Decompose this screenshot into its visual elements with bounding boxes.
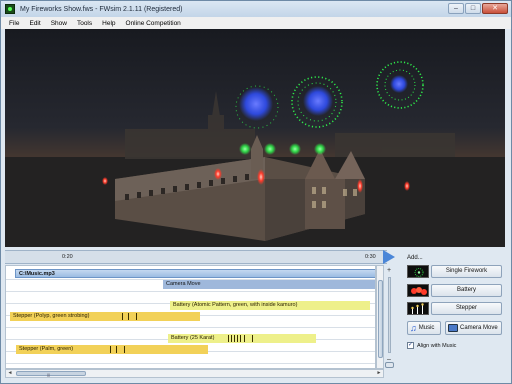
music-button[interactable]: ♫ Music	[407, 321, 441, 335]
battery-block-2-label: Battery (25 Karat)	[171, 335, 215, 341]
blue-firework-1	[239, 87, 273, 121]
menu-online-competition[interactable]: Online Competition	[126, 20, 181, 27]
align-with-music-row: ✓ Align with Music	[407, 342, 456, 349]
red-star-5	[102, 177, 108, 185]
close-button[interactable]: ✕	[482, 3, 508, 14]
add-label: Add...	[407, 255, 423, 261]
single-firework-row: Single Firework	[407, 265, 502, 278]
horizontal-scroll-thumb[interactable]: |||	[16, 371, 86, 377]
blue-firework-3	[390, 75, 408, 93]
tick-label-0-30: 0:30	[365, 254, 376, 260]
menu-edit[interactable]: Edit	[29, 20, 40, 27]
battery-row: Battery	[407, 284, 502, 297]
camera-move-block[interactable]: Camera Move	[163, 280, 375, 289]
vertical-scroll-thumb[interactable]	[378, 280, 383, 358]
camera-move-button[interactable]: Camera Move	[445, 321, 502, 335]
single-firework-icon	[407, 265, 429, 278]
green-star-4	[314, 143, 326, 155]
stepper-block-2[interactable]: Stepper (Palm, green)	[16, 345, 208, 354]
single-firework-button[interactable]: Single Firework	[431, 265, 502, 278]
music-note-icon: ♫	[410, 322, 417, 333]
stepper-block-1-label: Stepper (Polyp, green strobing)	[13, 313, 90, 319]
zoom-slider-track[interactable]	[388, 277, 391, 353]
red-star-2	[257, 169, 265, 185]
menu-file[interactable]: File	[9, 20, 19, 27]
title-bar: My Fireworks Show.fws - FWsim 2.1.11 (Re…	[1, 1, 511, 17]
maximize-button[interactable]: □	[465, 3, 481, 14]
tracks-horizontal-scrollbar[interactable]: ◄ ||| ►	[5, 369, 384, 378]
music-track-block[interactable]: C:\Music.mp3	[15, 269, 375, 278]
menu-help[interactable]: Help	[102, 20, 115, 27]
timeline-ruler[interactable]: 0:20 0:30	[5, 250, 387, 264]
stepper-icon	[407, 302, 429, 315]
fireworks-viewport[interactable]	[5, 29, 505, 247]
red-star-1	[214, 168, 222, 180]
scroll-right-button[interactable]: ►	[375, 370, 383, 377]
stepper-block-2-label: Stepper (Palm, green)	[19, 346, 74, 352]
music-camera-row: ♫ Music Camera Move	[407, 321, 502, 335]
green-star-3	[289, 143, 301, 155]
tick-label-0-20: 0:20	[62, 254, 73, 260]
camera-icon	[448, 324, 458, 332]
window-controls: – □ ✕	[448, 3, 508, 14]
music-button-label: Music	[418, 325, 435, 331]
red-star-3	[357, 179, 363, 193]
zoom-slider-thumb[interactable]	[385, 362, 394, 368]
app-icon	[5, 4, 15, 14]
window-title: My Fireworks Show.fws - FWsim 2.1.11 (Re…	[20, 5, 183, 13]
playhead-marker[interactable]	[383, 250, 395, 264]
minimize-button[interactable]: –	[448, 3, 464, 14]
battery-block-2[interactable]: Battery (25 Karat)	[168, 334, 316, 343]
stepper-row: Stepper	[407, 302, 502, 315]
app-window: My Fireworks Show.fws - FWsim 2.1.11 (Re…	[0, 0, 512, 384]
red-star-4	[404, 181, 410, 191]
zoom-in-label[interactable]: +	[387, 267, 391, 274]
battery-icon	[407, 284, 429, 297]
battery-button[interactable]: Battery	[431, 284, 502, 297]
green-star-1	[239, 143, 251, 155]
timeline-tracks[interactable]: C:\Music.mp3 Camera Move Battery (Atomic…	[5, 265, 376, 369]
green-star-2	[264, 143, 276, 155]
scroll-left-button[interactable]: ◄	[6, 370, 14, 377]
fireworks-scene	[5, 29, 505, 247]
blue-firework-2	[303, 86, 333, 116]
align-with-music-checkbox[interactable]: ✓	[407, 342, 414, 349]
menu-show[interactable]: Show	[51, 20, 67, 27]
stepper-block-1[interactable]: Stepper (Polyp, green strobing)	[10, 312, 200, 321]
tracks-vertical-scrollbar[interactable]	[376, 265, 384, 369]
battery-block-1[interactable]: Battery (Atomic Pattern, green, with ins…	[170, 301, 370, 310]
stepper-button[interactable]: Stepper	[431, 302, 502, 315]
align-with-music-label[interactable]: Align with Music	[417, 343, 456, 349]
menu-bar: File Edit Show Tools Help Online Competi…	[1, 17, 511, 29]
menu-tools[interactable]: Tools	[77, 20, 92, 27]
camera-move-button-label: Camera Move	[460, 325, 498, 331]
